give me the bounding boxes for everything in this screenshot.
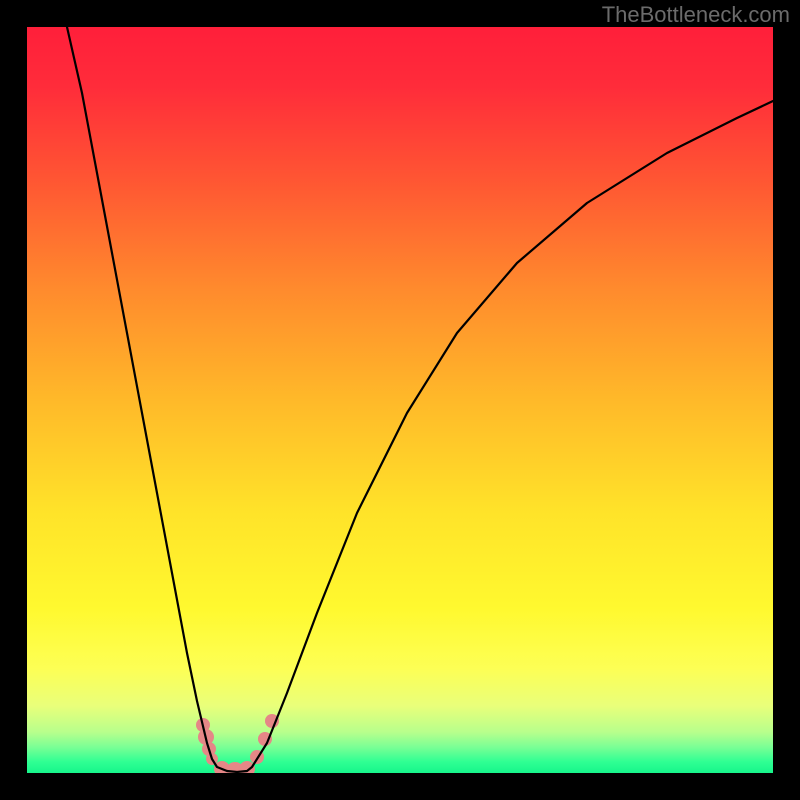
chart-svg [27, 27, 773, 773]
frame: TheBottleneck.com [0, 0, 800, 800]
watermark-text: TheBottleneck.com [602, 2, 790, 28]
plot-area [27, 27, 773, 773]
curve-line [67, 27, 773, 772]
